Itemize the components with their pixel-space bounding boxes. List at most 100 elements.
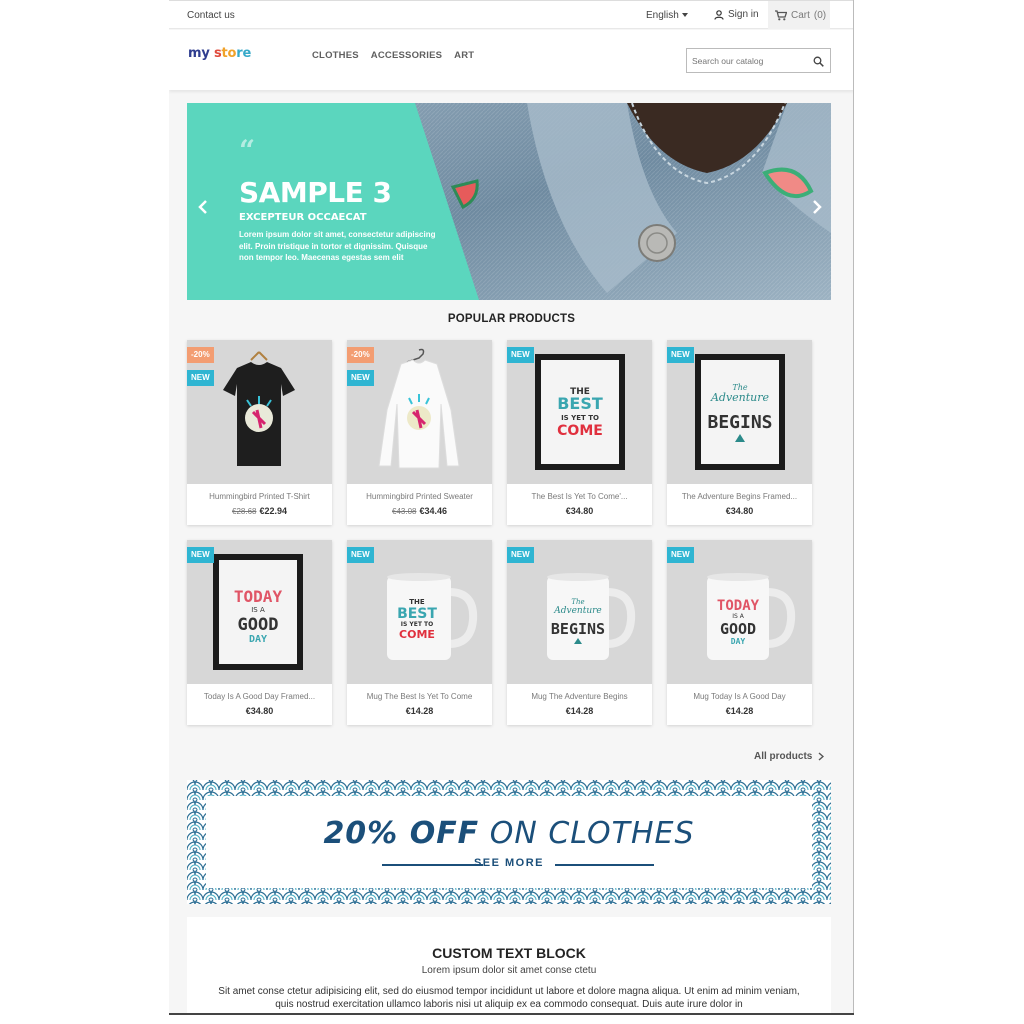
sign-in-link[interactable]: Sign in	[714, 9, 759, 20]
product-card[interactable]: TODAY IS A GOOD DAY NEW Mug Today Is A G…	[667, 540, 812, 725]
store-logo[interactable]: my store	[188, 46, 251, 61]
contact-us-link[interactable]: Contact us	[187, 10, 235, 21]
language-selector[interactable]: English	[646, 10, 688, 21]
svg-text:DAY: DAY	[249, 634, 267, 645]
slider-next-arrow-icon[interactable]	[811, 199, 823, 215]
hero-description: Lorem ipsum dolor sit amet, consectetur …	[239, 230, 436, 262]
product-card[interactable]: THE BEST IS YET TO COME NEW The Best Is …	[507, 340, 652, 525]
cart-label: Cart	[791, 9, 810, 21]
new-badge: NEW	[347, 370, 374, 386]
hero-subtitle: EXCEPTEUR OCCAECAT	[239, 212, 367, 223]
search-input[interactable]	[692, 53, 807, 68]
svg-text:BEGINS: BEGINS	[551, 620, 605, 638]
new-badge: NEW	[187, 547, 214, 563]
old-price: €28.68	[232, 507, 257, 516]
svg-text:COME: COME	[399, 628, 435, 641]
product-name[interactable]: Hummingbird Printed T-Shirt	[187, 492, 332, 501]
product-price: €34.80	[725, 506, 754, 516]
promo-inner-panel: 20% OFF ON CLOTHES SEE MORE	[206, 796, 812, 888]
promo-headline: 20% OFF ON CLOTHES	[206, 816, 812, 851]
all-products-label: All products	[754, 751, 813, 762]
menu-item-clothes[interactable]: CLOTHES	[312, 50, 359, 61]
svg-text:IS YET TO: IS YET TO	[561, 414, 599, 422]
caret-down-icon	[681, 13, 688, 18]
product-card[interactable]: -20% NEW Hummingbird Printed Sweater €43…	[347, 340, 492, 525]
product-name[interactable]: The Best Is Yet To Come'...	[507, 492, 652, 501]
current-price: €22.94	[259, 506, 287, 516]
svg-text:IS A: IS A	[732, 613, 744, 620]
product-card[interactable]: The Adventure BEGINS NEW The Adventure B…	[667, 340, 812, 525]
chevron-right-icon	[818, 752, 825, 761]
see-more-link[interactable]: SEE MORE	[206, 857, 812, 869]
product-price: €28.68 €22.94	[187, 506, 332, 516]
product-card[interactable]: THE BEST IS YET TO COME NEW Mug The Best…	[347, 540, 492, 725]
product-name[interactable]: Mug The Adventure Begins	[507, 692, 652, 701]
product-card[interactable]: The Adventure BEGINS NEW Mug The Adventu…	[507, 540, 652, 725]
custom-block-title: CUSTOM TEXT BLOCK	[432, 945, 586, 961]
svg-text:IS YET TO: IS YET TO	[401, 621, 433, 628]
svg-text:THE: THE	[409, 598, 425, 606]
product-price: €14.28	[725, 706, 754, 716]
quote-mark: “	[239, 134, 256, 167]
promo-discount: 20% OFF	[323, 816, 480, 851]
sign-in-label: Sign in	[728, 9, 759, 20]
svg-text:DAY: DAY	[731, 637, 746, 646]
product-price: €34.80	[565, 506, 594, 516]
svg-text:TODAY: TODAY	[717, 598, 760, 614]
menu-item-accessories[interactable]: ACCESSORIES	[371, 50, 442, 61]
product-name[interactable]: Mug Today Is A Good Day	[667, 692, 812, 701]
svg-text:GOOD: GOOD	[238, 615, 279, 635]
user-icon	[714, 9, 724, 20]
current-price: €34.46	[419, 506, 447, 516]
new-badge: NEW	[507, 547, 534, 563]
page-bottom-edge	[169, 1013, 854, 1015]
svg-text:Adventure: Adventure	[553, 606, 602, 616]
product-card[interactable]: -20% NEW Hummingbird Printed T-Shirt €28…	[187, 340, 332, 525]
product-card[interactable]: TODAY IS A GOOD DAY NEW Today Is A Good …	[187, 540, 332, 725]
old-price: €43.08	[392, 507, 417, 516]
product-name[interactable]: The Adventure Begins Framed...	[667, 492, 812, 501]
language-label: English	[646, 10, 679, 21]
new-badge: NEW	[347, 547, 374, 563]
custom-text-block: CUSTOM TEXT BLOCK Lorem ipsum dolor sit …	[187, 917, 831, 1014]
product-name[interactable]: Today Is A Good Day Framed...	[187, 692, 332, 701]
main-menu: CLOTHES ACCESSORIES ART	[312, 50, 474, 61]
all-products-link[interactable]: All products	[754, 751, 825, 762]
product-price: €43.08 €34.46	[347, 506, 492, 516]
svg-text:BEGINS: BEGINS	[707, 412, 772, 433]
svg-text:COME: COME	[557, 423, 603, 439]
search-icon[interactable]	[813, 56, 824, 67]
product-name[interactable]: Mug The Best Is Yet To Come	[347, 692, 492, 701]
cart-button[interactable]: Cart (0)	[768, 1, 830, 29]
hero-title: SAMPLE 3	[239, 176, 392, 209]
svg-text:BEST: BEST	[557, 394, 603, 413]
svg-text:The: The	[571, 598, 584, 606]
page-edge	[853, 0, 854, 1014]
svg-text:TODAY: TODAY	[234, 587, 283, 606]
new-badge: NEW	[507, 347, 534, 363]
site-header: my store CLOTHES ACCESSORIES ART	[169, 30, 854, 90]
cart-count: (0)	[813, 9, 827, 21]
slider-prev-arrow-icon[interactable]	[197, 199, 209, 215]
custom-block-body: Sit amet conse ctetur adipisicing elit, …	[218, 986, 800, 1010]
product-price: €14.28	[565, 706, 594, 716]
svg-text:GOOD: GOOD	[720, 620, 756, 638]
product-price: €14.28	[405, 706, 434, 716]
svg-text:Adventure: Adventure	[710, 391, 770, 404]
product-price: €34.80	[245, 706, 274, 716]
new-badge: NEW	[667, 347, 694, 363]
divider-line	[555, 864, 654, 866]
discount-badge: -20%	[347, 347, 374, 363]
menu-item-art[interactable]: ART	[454, 50, 474, 61]
promo-banner[interactable]: 20% OFF ON CLOTHES SEE MORE	[187, 780, 831, 904]
new-badge: NEW	[667, 547, 694, 563]
custom-block-subtitle: Lorem ipsum dolor sit amet conse ctetu	[421, 965, 597, 976]
product-name[interactable]: Hummingbird Printed Sweater	[347, 492, 492, 501]
search-box	[686, 48, 831, 73]
shopping-cart-icon	[775, 9, 787, 20]
new-badge: NEW	[187, 370, 214, 386]
svg-text:IS A: IS A	[251, 606, 265, 614]
hero-slider[interactable]: “ SAMPLE 3 EXCEPTEUR OCCAECAT Lorem ipsu…	[187, 103, 831, 300]
discount-badge: -20%	[187, 347, 214, 363]
store-page: Contact us English Sign in Cart (0) my s…	[169, 0, 854, 1014]
